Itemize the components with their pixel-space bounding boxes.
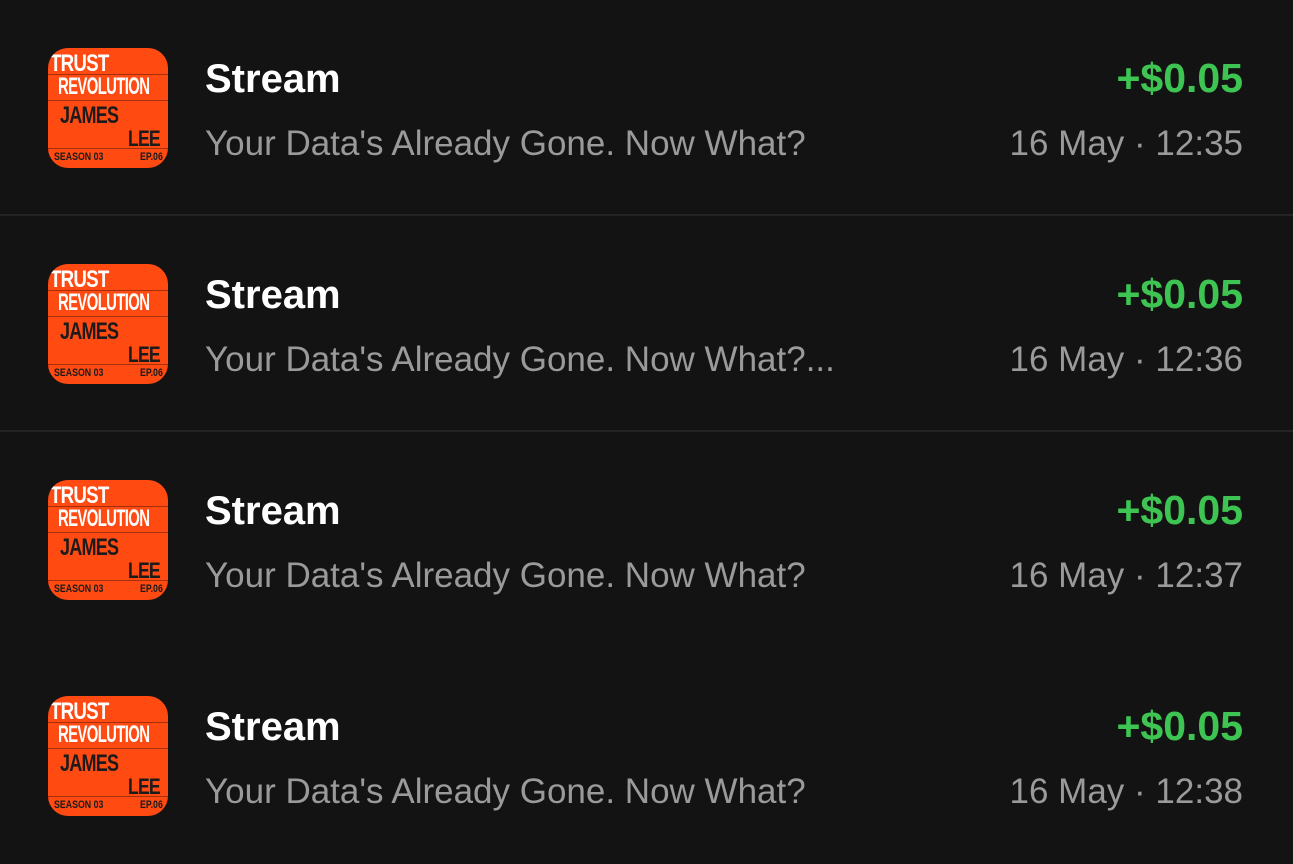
transaction-subtitle: Your Data's Already Gone. Now What? [205, 124, 806, 163]
transaction-datetime: 16 May · 12:36 [1009, 340, 1243, 379]
cover-season-label: SEASON 03 [54, 151, 104, 163]
transaction-row[interactable]: TRUST REVOLUTION JAMES LEE SEASON 03 EP.… [0, 432, 1293, 648]
transaction-row[interactable]: TRUST REVOLUTION JAMES LEE SEASON 03 EP.… [0, 216, 1293, 432]
transaction-amount: +$0.05 [1116, 55, 1243, 101]
cover-author-line: LEE [128, 558, 161, 583]
transaction-list: TRUST REVOLUTION JAMES LEE SEASON 03 EP.… [0, 0, 1293, 864]
transaction-amount: +$0.05 [1116, 487, 1243, 533]
cover-episode-label: EP.06 [140, 367, 163, 379]
cover-author-line: JAMES [60, 534, 119, 561]
cover-season-label: SEASON 03 [54, 583, 104, 595]
transaction-title: Stream [205, 273, 341, 317]
podcast-cover-image: TRUST REVOLUTION JAMES LEE SEASON 03 EP.… [48, 264, 168, 384]
cover-season-label: SEASON 03 [54, 799, 104, 811]
cover-author-line: LEE [128, 774, 161, 799]
cover-episode-label: EP.06 [140, 583, 163, 595]
transaction-subtitle: Your Data's Already Gone. Now What? [205, 556, 806, 595]
cover-title-line: REVOLUTION [58, 289, 150, 316]
cover-season-label: SEASON 03 [54, 367, 104, 379]
podcast-cover-image: TRUST REVOLUTION JAMES LEE SEASON 03 EP.… [48, 48, 168, 168]
transaction-subtitle: Your Data's Already Gone. Now What? [205, 772, 806, 811]
transaction-datetime: 16 May · 12:37 [1009, 556, 1243, 595]
cover-author-line: LEE [128, 342, 161, 367]
cover-episode-label: EP.06 [140, 151, 163, 163]
transaction-row[interactable]: TRUST REVOLUTION JAMES LEE SEASON 03 EP.… [0, 0, 1293, 216]
transaction-datetime: 16 May · 12:38 [1009, 772, 1243, 811]
podcast-cover-image: TRUST REVOLUTION JAMES LEE SEASON 03 EP.… [48, 696, 168, 816]
cover-title-line: REVOLUTION [58, 721, 150, 748]
transaction-title: Stream [205, 57, 341, 101]
transaction-amount: +$0.05 [1116, 271, 1243, 317]
transaction-title: Stream [205, 489, 341, 533]
transaction-subtitle: Your Data's Already Gone. Now What?... [205, 340, 835, 379]
cover-author-line: JAMES [60, 102, 119, 129]
podcast-cover-image: TRUST REVOLUTION JAMES LEE SEASON 03 EP.… [48, 480, 168, 600]
transaction-datetime: 16 May · 12:35 [1009, 124, 1243, 163]
cover-author-line: LEE [128, 126, 161, 151]
cover-author-line: JAMES [60, 318, 119, 345]
transaction-title: Stream [205, 705, 341, 749]
cover-title-line: REVOLUTION [58, 73, 150, 100]
cover-episode-label: EP.06 [140, 799, 163, 811]
transaction-amount: +$0.05 [1116, 703, 1243, 749]
transaction-row[interactable]: TRUST REVOLUTION JAMES LEE SEASON 03 EP.… [0, 648, 1293, 864]
cover-author-line: JAMES [60, 750, 119, 777]
cover-title-line: REVOLUTION [58, 505, 150, 532]
